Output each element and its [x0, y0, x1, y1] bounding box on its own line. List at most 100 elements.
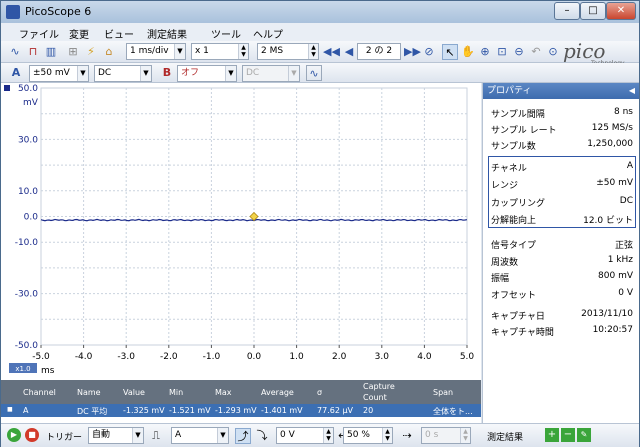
zoom-fit-icon[interactable]: ⊙ [545, 44, 561, 60]
trigger-type-icon[interactable]: ⎍ [148, 428, 164, 444]
channel-options-icon[interactable]: ⊞ [65, 44, 81, 60]
menu-tools[interactable]: ツール [211, 26, 241, 41]
prop-value: 8 ns [614, 107, 633, 117]
next-capture-icon[interactable]: ▶▶ [404, 44, 421, 60]
stop-icon[interactable]: ■ [25, 428, 39, 442]
cell-value: -1.325 mV [123, 406, 165, 415]
spin-arrows-icon: ▲ ▼ [308, 44, 318, 59]
prev-capture-icon[interactable]: ◀ [341, 44, 357, 60]
x-unit-label: ms [41, 366, 55, 376]
add-measurement-icon[interactable]: + [545, 428, 559, 442]
falling-edge-icon[interactable]: ⤵ [254, 428, 270, 444]
chevron-left-icon[interactable]: ◀ [629, 83, 635, 99]
col-value: Value [123, 388, 145, 397]
rising-edge-icon[interactable]: ⤴ [235, 428, 251, 444]
channel-b-coupling-select[interactable]: DC ▼ [242, 65, 300, 82]
zoom-in-icon[interactable]: ⊕ [477, 44, 493, 60]
minimize-button[interactable]: – [554, 2, 580, 20]
table-row[interactable]: ■ A DC 平均 -1.325 mV -1.521 mV -1.293 mV … [1, 404, 481, 417]
y-tick-label: 0.0 [24, 213, 39, 223]
prop-row: レンジ ±50 mV [491, 178, 633, 191]
trigger-channel-select[interactable]: A ▼ [171, 427, 229, 444]
trigger-mode-select[interactable]: 自動 ▼ [88, 427, 144, 444]
properties-header: プロパティ ◀ [483, 83, 639, 99]
persistence-mode-icon[interactable]: ⊓ [25, 44, 41, 60]
timebase-select[interactable]: 1 ms/div ▼ [126, 43, 186, 60]
remove-measurement-icon[interactable]: − [561, 428, 575, 442]
undo-zoom-icon[interactable]: ↶ [528, 44, 544, 60]
spin-arrows-icon: ▲ ▼ [382, 428, 392, 443]
menu-help[interactable]: ヘルプ [253, 26, 283, 41]
channel-b-range-select[interactable]: オフ ▼ [177, 65, 237, 82]
menu-view[interactable]: ビュー [104, 26, 134, 41]
cell-capture-count: 20 [363, 406, 374, 415]
chevron-down-icon: ▼ [225, 66, 236, 81]
menu-file[interactable]: ファイル [19, 26, 59, 41]
capture-page-indicator: 2 の 2 [357, 43, 401, 60]
prop-row: 振幅 800 mV [491, 271, 633, 284]
col-channel: Channel [23, 388, 56, 397]
compass-icon[interactable]: ⊘ [421, 44, 437, 60]
x-tick-label: -3.0 [117, 352, 135, 362]
pointer-tool-icon[interactable]: ↖ [442, 44, 458, 60]
prop-row: オフセット 0 V [491, 288, 633, 301]
measurements-header: Channel Name Value Min Max Average σ Cap… [1, 380, 481, 404]
auto-setup-icon[interactable]: ⚡ [83, 44, 99, 60]
channel-a-range-select[interactable]: ±50 mV ▼ [29, 65, 89, 82]
zoom-stepper[interactable]: x 1 ▲ ▼ [191, 43, 249, 60]
menu-bar: ファイル 変更 ビュー 測定結果 ツール ヘルプ [1, 23, 639, 41]
app-icon [6, 5, 20, 19]
maximize-button[interactable]: □ [580, 2, 606, 20]
prop-label: サンプル レート [491, 126, 557, 136]
channel-a-coupling-select[interactable]: DC ▼ [94, 65, 152, 82]
chevron-down-icon: ▼ [132, 428, 143, 443]
prop-row: サンプル間隔 8 ns [491, 107, 633, 120]
cell-span: 全体をト... [433, 407, 473, 416]
prop-value: 0 V [618, 288, 633, 298]
x-tick-label: -4.0 [75, 352, 93, 362]
prop-value: A [626, 161, 633, 171]
timebase-value: 1 ms/div [130, 46, 169, 56]
channel-a-button[interactable]: A [8, 65, 24, 81]
prop-row: チャネル A [491, 161, 633, 174]
measurements-table: Channel Name Value Min Max Average σ Cap… [1, 380, 481, 423]
trigger-threshold-stepper[interactable]: 0 V ▲ ▼ [276, 427, 334, 444]
close-button[interactable]: ✕ [606, 2, 636, 20]
spin-arrows-icon: ▲ ▼ [238, 44, 248, 59]
channel-b-range: オフ [181, 68, 200, 78]
edit-measurement-icon[interactable]: ✎ [577, 428, 591, 442]
menu-measurements[interactable]: 測定結果 [147, 26, 187, 41]
col-max: Max [215, 388, 232, 397]
menu-edit[interactable]: 変更 [69, 26, 89, 41]
start-icon[interactable]: ▶ [7, 428, 21, 442]
trigger-delay-stepper[interactable]: 0 s ▲ ▼ [421, 427, 471, 444]
first-capture-icon[interactable]: ◀◀ [323, 44, 340, 60]
channel-b-coupling: DC [246, 68, 260, 78]
trigger-toolbar: ▶ ■ トリガー 自動 ▼ ⎍ A ▼ ⤴ ⤵ 0 V ▲▼ ⟷ 50 % ▲▼… [1, 423, 639, 447]
channel-toolbar: A ±50 mV ▼ DC ▼ B オフ ▼ DC ▼ ∿ [1, 63, 639, 83]
prop-label: サンプル数 [491, 142, 536, 152]
prop-row: キャプチャ日 2013/11/10 [491, 309, 633, 322]
scope-view[interactable]: 50.0 30.0 10.0 0.0 -10.0 -30.0 -50.0 -5.0 -4.0-… [1, 83, 481, 380]
prop-value: 12.0 ビット [583, 216, 633, 226]
y-tick-label: 10.0 [18, 187, 38, 197]
signal-generator-icon[interactable]: ∿ [306, 65, 322, 81]
hand-tool-icon[interactable]: ✋ [460, 44, 476, 60]
properties-title: プロパティ [487, 86, 532, 96]
capture-toolbar: ∿ ⊓ ▥ ⊞ ⚡ ⌂ 1 ms/div ▼ x 1 ▲ ▼ 2 MS ▲ ▼ ◀◀… [1, 39, 639, 67]
col-sigma: σ [317, 388, 323, 397]
samples-stepper[interactable]: 2 MS ▲ ▼ [257, 43, 319, 60]
scope-mode-icon[interactable]: ∿ [7, 44, 23, 60]
prop-label: レンジ [491, 181, 519, 191]
spectrum-mode-icon[interactable]: ▥ [43, 44, 59, 60]
prop-label: 分解能向上 [491, 216, 537, 226]
channel-b-button[interactable]: B [159, 65, 175, 81]
prop-label: 信号タイプ [491, 241, 537, 251]
zoom-out-icon[interactable]: ⊖ [511, 44, 527, 60]
zoom-area-icon[interactable]: ⊡ [494, 44, 510, 60]
capture-of: の [374, 46, 384, 56]
x-tick-label: -5.0 [32, 352, 50, 362]
trigger-position-stepper[interactable]: 50 % ▲ ▼ [343, 427, 393, 444]
col-name: Name [77, 388, 101, 397]
home-icon[interactable]: ⌂ [101, 44, 117, 60]
